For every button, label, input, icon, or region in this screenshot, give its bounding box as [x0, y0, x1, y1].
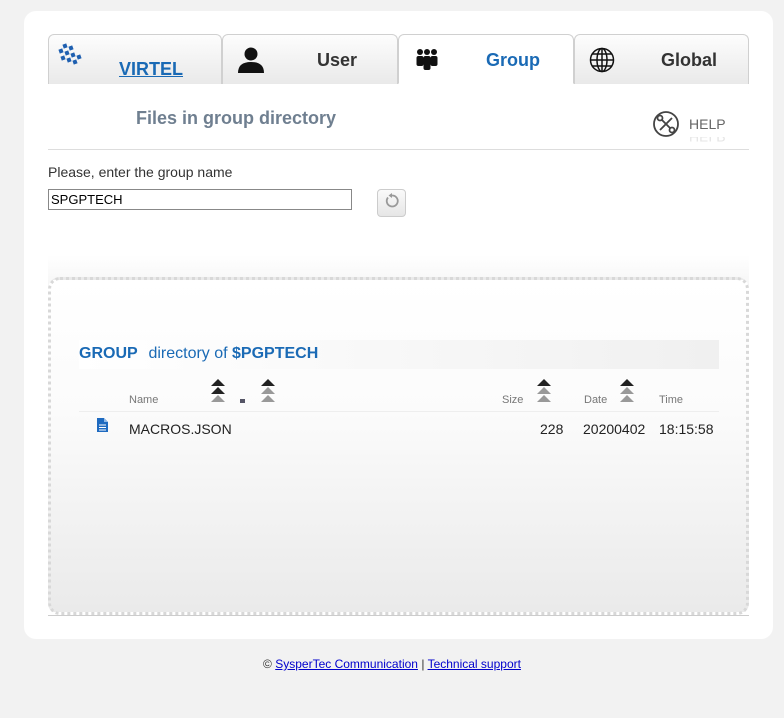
- company-link[interactable]: SysperTec Communication: [275, 657, 418, 671]
- tab-group-label: Group: [486, 50, 540, 70]
- file-date: 20200402: [583, 421, 646, 437]
- directory-heading-name: $PGPTECH: [232, 345, 319, 362]
- header-row-divider: [79, 411, 719, 412]
- directory-heading: GROUP directory of $PGPTECH: [79, 340, 719, 369]
- tab-global-label: Global: [661, 50, 718, 70]
- sort-arrows-icon[interactable]: [211, 379, 225, 403]
- column-header-size[interactable]: Size: [502, 394, 523, 406]
- directory-heading-middle: directory of: [144, 345, 233, 362]
- help-button[interactable]: HELP HELP: [652, 110, 742, 150]
- user-icon: [237, 47, 265, 78]
- column-header-date[interactable]: Date: [584, 394, 607, 406]
- sort-indicator-icon: [240, 399, 245, 403]
- sort-arrows-icon[interactable]: [537, 379, 551, 403]
- file-time: 18:15:58: [659, 421, 714, 437]
- panel-bottom-divider: [48, 615, 749, 616]
- copyright-symbol: ©: [263, 657, 272, 671]
- support-link[interactable]: Technical support: [428, 657, 521, 671]
- divider: [48, 149, 749, 150]
- directory-heading-prefix: GROUP: [79, 345, 138, 362]
- group-name-input[interactable]: [48, 189, 352, 210]
- refresh-icon: [384, 192, 400, 214]
- file-name[interactable]: MACROS.JSON: [129, 421, 232, 437]
- tools-icon: [652, 110, 680, 143]
- tab-virtel-label[interactable]: VIRTEL: [119, 59, 183, 80]
- directory-panel: [48, 277, 749, 615]
- group-prompt-label: Please, enter the group name: [48, 164, 233, 180]
- tab-user[interactable]: User: [222, 34, 398, 84]
- column-header-name[interactable]: Name: [129, 394, 158, 406]
- file-icon[interactable]: [97, 418, 108, 437]
- tab-user-label: User: [317, 50, 358, 70]
- footer: © SysperTec Communication | Technical su…: [0, 657, 784, 671]
- sort-arrows-icon[interactable]: [620, 379, 634, 403]
- virtel-logo-icon: [57, 43, 83, 74]
- globe-icon: [589, 47, 615, 78]
- help-label-reflection: HELP: [689, 137, 726, 145]
- group-icon: [414, 48, 440, 77]
- tab-group[interactable]: Group: [398, 34, 574, 84]
- help-label[interactable]: HELP: [689, 116, 726, 132]
- tab-virtel[interactable]: VIRTEL: [48, 34, 222, 84]
- tab-bar: VIRTEL User Group Global: [48, 34, 749, 84]
- column-header-time[interactable]: Time: [659, 394, 683, 406]
- footer-separator: |: [421, 657, 425, 671]
- page-title: Files in group directory: [136, 108, 337, 128]
- tab-global[interactable]: Global: [574, 34, 749, 84]
- file-size: 228: [540, 421, 564, 437]
- refresh-button[interactable]: [377, 189, 406, 217]
- sort-arrows-icon[interactable]: [261, 379, 275, 403]
